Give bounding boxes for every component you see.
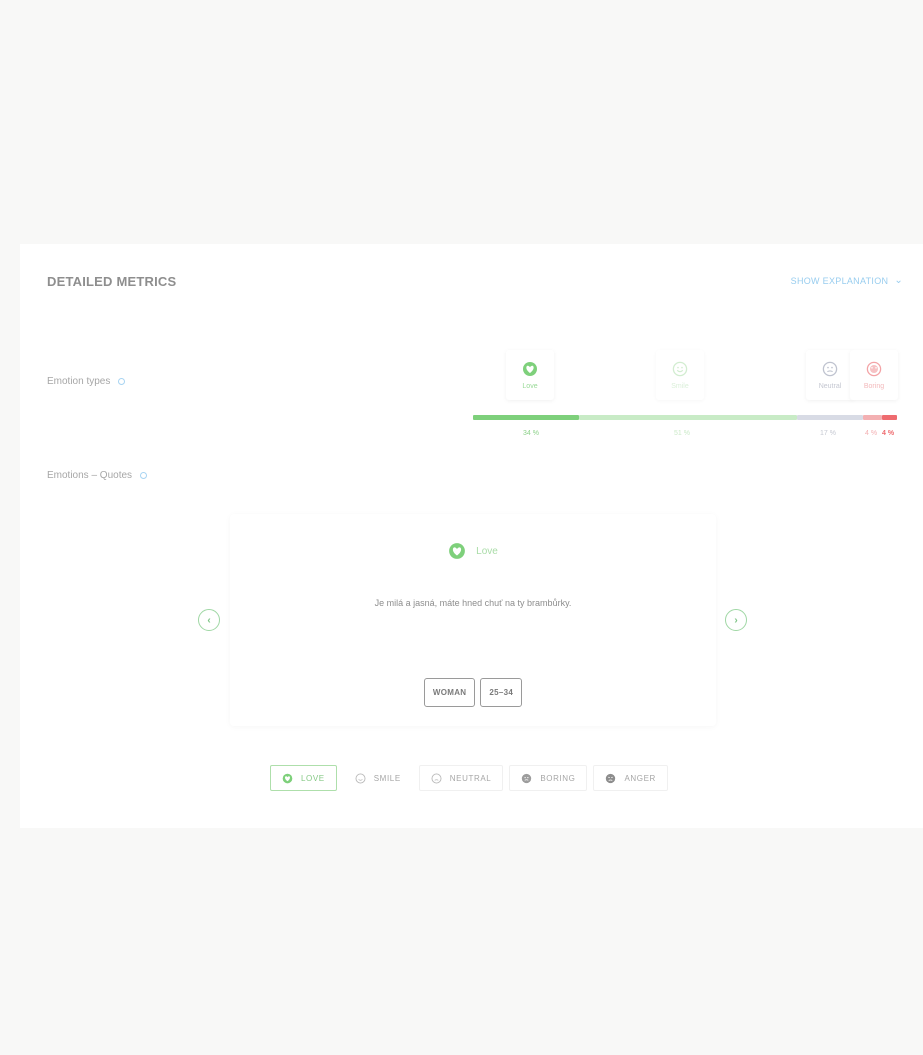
filter-label-smile: SMILE <box>373 773 401 783</box>
boring-face-icon <box>866 361 882 376</box>
bar-segment-anger <box>882 415 897 420</box>
quote-text: Je milá a jasná, máte hned chuť na ty br… <box>374 598 572 608</box>
bar-segment-love <box>473 415 579 420</box>
percent-smile: 51 % <box>674 430 690 437</box>
emotion-label-love: Love <box>522 382 538 390</box>
bar-segment-smile <box>579 415 797 420</box>
heart-face-icon <box>523 361 537 376</box>
neutral-face-icon <box>431 773 442 783</box>
filter-label-neutral: NEUTRAL <box>449 773 492 783</box>
detailed-metrics-card: DETAILED METRICS SHOW EXPLANATION ⌄ Emot… <box>20 244 923 828</box>
filter-label-anger: ANGER <box>624 773 656 783</box>
emotion-types-row: Emotion types <box>47 376 126 387</box>
chevron-left-icon: ‹ <box>207 614 211 626</box>
boring-face-icon <box>522 773 532 783</box>
emotion-card-smile: Smile <box>656 350 704 400</box>
emotion-filter-bar: LOVE SMILE NEUTRAL BORING ANGER <box>270 765 674 791</box>
percent-anger: 4 % <box>882 430 895 437</box>
quote-emotion-header: Love <box>230 542 716 560</box>
chevron-down-icon: ⌄ <box>894 275 903 286</box>
info-icon[interactable] <box>118 378 126 385</box>
percent-neutral: 17 % <box>820 430 836 437</box>
filter-anger[interactable]: ANGER <box>593 765 668 791</box>
emotion-label-smile: Smile <box>671 382 689 390</box>
respondent-tags: WOMAN 25–34 <box>230 678 716 707</box>
emotion-label-boring: Boring <box>863 382 885 390</box>
smile-face-icon <box>355 773 366 783</box>
quote-card: Love Je milá a jasná, máte hned chuť na … <box>230 514 716 726</box>
filter-love[interactable]: LOVE <box>270 765 337 791</box>
quote-emotion-label: Love <box>476 545 498 557</box>
age-tag: 25–34 <box>480 678 523 707</box>
emotion-card-boring: Boring <box>850 350 898 400</box>
neutral-face-icon <box>822 361 838 376</box>
filter-label-boring: BORING <box>540 773 576 783</box>
filter-boring[interactable]: BORING <box>509 765 588 791</box>
percent-boring: 4 % <box>865 430 878 437</box>
chevron-right-icon: › <box>734 614 738 626</box>
info-icon[interactable] <box>140 472 148 479</box>
smile-face-icon <box>672 361 688 376</box>
next-quote-button[interactable]: › <box>725 609 747 631</box>
heart-face-icon <box>449 543 466 559</box>
bar-segment-neutral <box>797 415 863 420</box>
emotion-card-love: Love <box>506 350 554 400</box>
anger-face-icon <box>606 773 616 783</box>
filter-neutral[interactable]: NEUTRAL <box>418 765 504 791</box>
emotion-quotes-label: Emotions – Quotes <box>47 470 133 481</box>
emotion-label-neutral: Neutral <box>818 382 842 390</box>
previous-quote-button[interactable]: ‹ <box>198 609 220 631</box>
filter-smile[interactable]: SMILE <box>343 765 413 791</box>
gender-tag: WOMAN <box>423 678 476 707</box>
show-explanation-label: SHOW EXPLANATION <box>790 275 889 286</box>
section-title: DETAILED METRICS <box>47 274 177 289</box>
show-explanation-toggle[interactable]: SHOW EXPLANATION ⌄ <box>791 275 903 286</box>
filter-label-love: LOVE <box>301 773 325 783</box>
percent-love: 34 % <box>523 430 539 437</box>
emotion-card-neutral: Neutral <box>806 350 854 400</box>
bar-segment-boring <box>863 415 882 420</box>
emotion-quotes-row: Emotions – Quotes <box>47 470 148 481</box>
emotion-types-label: Emotion types <box>47 376 111 387</box>
heart-face-icon <box>282 773 293 783</box>
